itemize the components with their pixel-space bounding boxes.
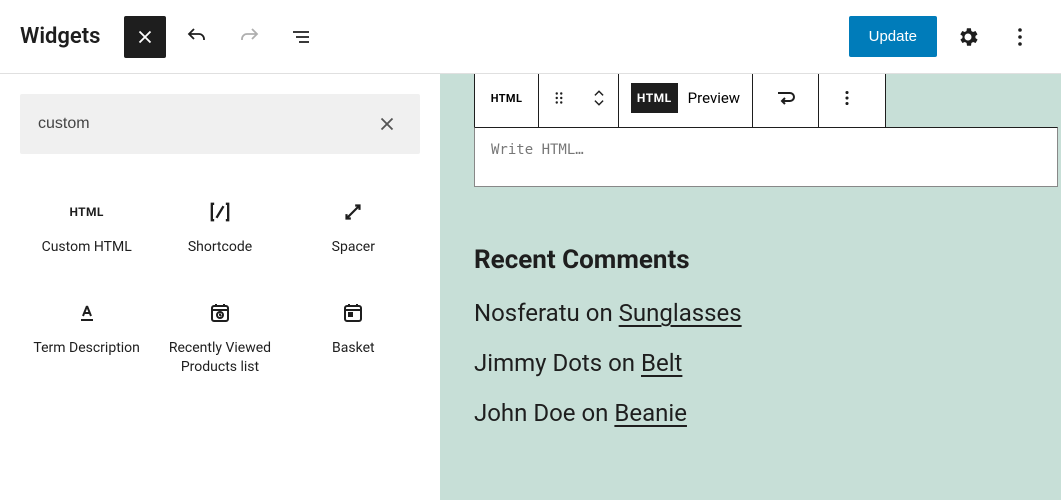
list-view-button[interactable] (280, 16, 322, 58)
redo-button[interactable] (228, 16, 270, 58)
block-term-description[interactable]: Term Description (20, 291, 153, 383)
shortcode-icon (206, 198, 234, 226)
close-inserter-button[interactable] (124, 16, 166, 58)
html-editor-textarea[interactable]: Write HTML… (474, 127, 1058, 187)
block-search (20, 94, 420, 154)
move-buttons[interactable] (579, 74, 619, 127)
close-icon (376, 113, 398, 135)
wrap-button[interactable] (753, 74, 819, 127)
calendar-icon (341, 301, 365, 325)
html-preview-toggle[interactable]: HTML Preview (619, 74, 753, 127)
block-spacer[interactable]: Spacer (287, 190, 420, 263)
chevron-down-icon (592, 98, 606, 108)
gear-icon (956, 25, 980, 49)
wrap-icon (774, 86, 798, 110)
comment-item: John Doe on Beanie (474, 399, 1027, 427)
block-type-button[interactable]: HTML (475, 74, 539, 127)
block-custom-html[interactable]: HTML Custom HTML (20, 190, 153, 263)
undo-icon (185, 25, 209, 49)
comment-post-link[interactable]: Belt (641, 349, 682, 377)
kebab-icon (1008, 25, 1032, 49)
html-icon: HTML (69, 205, 103, 219)
term-description-icon (75, 301, 99, 325)
block-shortcode[interactable]: Shortcode (153, 190, 286, 263)
recent-comments-heading: Recent Comments (474, 245, 1027, 275)
more-options-button[interactable] (999, 16, 1041, 58)
block-recently-viewed[interactable]: Recently Viewed Products list (153, 291, 286, 383)
drag-icon (550, 89, 568, 107)
update-button[interactable]: Update (849, 16, 937, 57)
block-more-button[interactable] (819, 74, 875, 127)
drag-handle[interactable] (539, 74, 579, 127)
block-basket[interactable]: Basket (287, 291, 420, 383)
editor-canvas: Cloudup Block HTML HTML Preview Write HT… (440, 74, 1061, 500)
calendar-clock-icon (208, 301, 232, 325)
comment-post-link[interactable]: Sunglasses (619, 299, 742, 327)
inserter-panel: HTML Custom HTML Shortcode Spacer Term (0, 74, 440, 500)
undo-button[interactable] (176, 16, 218, 58)
comment-item: Jimmy Dots on Belt (474, 349, 1027, 377)
clear-search-button[interactable] (372, 109, 402, 139)
list-view-icon (289, 25, 313, 49)
settings-button[interactable] (947, 16, 989, 58)
comment-item: Nosferatu on Sunglasses (474, 299, 1027, 327)
kebab-icon (836, 87, 858, 109)
close-icon (134, 26, 156, 48)
comment-post-link[interactable]: Beanie (614, 399, 687, 427)
block-toolbar: HTML HTML Preview (474, 74, 886, 128)
search-input[interactable] (38, 115, 372, 133)
top-bar: Widgets Update (0, 0, 1061, 74)
chevron-up-icon (592, 88, 606, 98)
spacer-icon (340, 199, 366, 225)
page-title: Widgets (20, 24, 100, 49)
redo-icon (237, 25, 261, 49)
